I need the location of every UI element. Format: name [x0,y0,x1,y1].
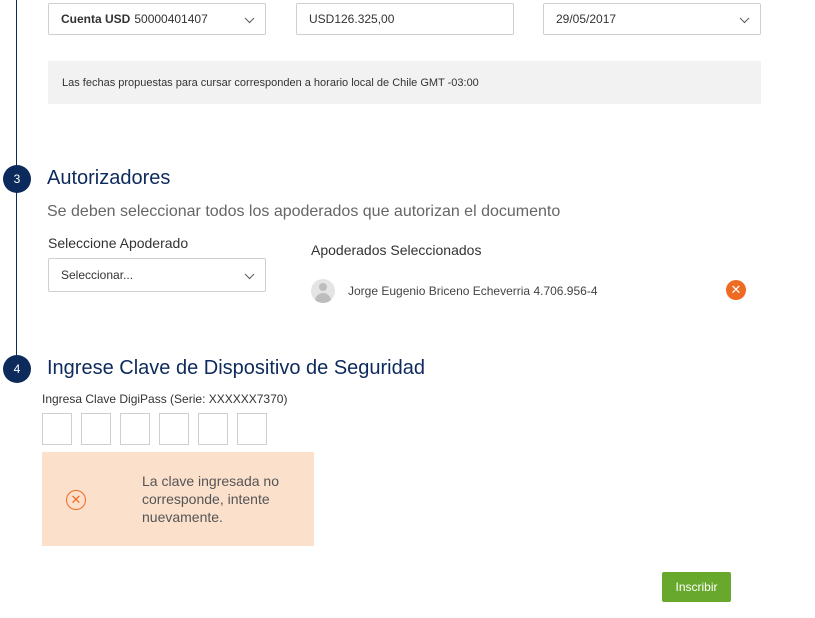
digit-input-6[interactable] [237,413,267,445]
chevron-down-icon [244,13,255,24]
step-4-badge: 4 [3,355,31,383]
digit-input-2[interactable] [81,413,111,445]
chevron-down-icon [739,13,750,24]
remove-icon: ✕ [730,282,742,297]
apoderado-name: Jorge Eugenio Briceno Echeverria 4.706.9… [348,284,598,298]
digipass-inputs [42,413,276,445]
avatar-icon [311,279,335,303]
error-x-glyph: ✕ [70,492,82,507]
section-subtitle: Se deben seleccionar todos los apoderado… [47,203,561,220]
digit-input-1[interactable] [42,413,72,445]
account-type-label: Cuenta USD [61,12,131,26]
error-x-icon: ✕ [66,490,86,510]
step-3-badge: 3 [3,165,31,193]
step-number: 4 [13,362,21,376]
apoderado-select[interactable]: Seleccionar... [48,258,266,292]
inscribir-button[interactable]: Inscribir [662,572,731,602]
amount-field[interactable]: USD126.325,00 [296,3,514,35]
list-item: Jorge Eugenio Briceno Echeverria 4.706.9… [311,278,598,304]
select-apoderado-label: Seleccione Apoderado [48,235,189,251]
error-message: La clave ingresada no corresponde, inten… [142,473,279,525]
notice-text: Las fechas propuestas para cursar corres… [62,76,479,89]
account-number: 50000401407 [134,12,208,26]
digit-input-4[interactable] [159,413,189,445]
section-title-autorizadores: Autorizadores [47,167,171,189]
amount-value: USD126.325,00 [309,12,395,26]
chevron-down-icon [244,269,255,280]
date-value: 29/05/2017 [556,12,617,26]
error-alert: ✕ La clave ingresada no corresponde, int… [42,452,314,546]
date-select[interactable]: 29/05/2017 [543,3,761,35]
digit-input-5[interactable] [198,413,228,445]
step-number: 3 [13,172,21,186]
section-title-clave: Ingrese Clave de Dispositivo de Segurida… [47,357,425,379]
apoderado-select-placeholder: Seleccionar... [61,268,134,282]
digit-input-3[interactable] [120,413,150,445]
remove-apoderado-button[interactable]: ✕ [726,280,746,300]
timezone-notice: Las fechas propuestas para cursar corres… [48,61,761,104]
selected-apoderados-heading: Apoderados Seleccionados [311,242,482,258]
account-select[interactable]: Cuenta USD 50000401407 [48,3,266,35]
digipass-label: Ingresa Clave DigiPass (Serie: XXXXXX737… [42,392,288,406]
